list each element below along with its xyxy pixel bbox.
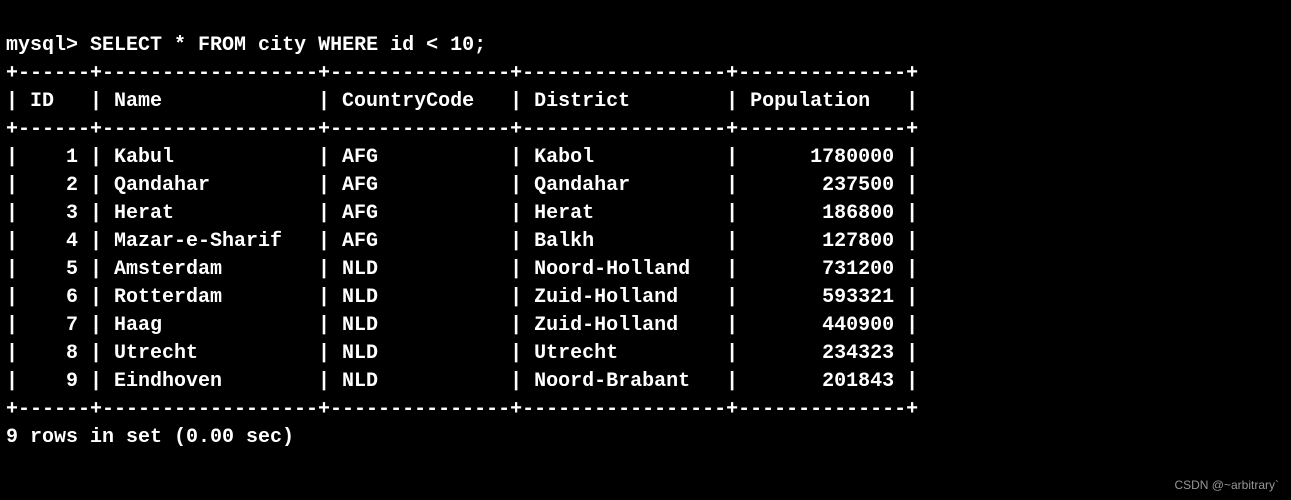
- watermark: CSDN @~arbitrary`: [1174, 477, 1279, 494]
- result-footer: 9 rows in set (0.00 sec): [6, 426, 294, 449]
- terminal-output: mysql> SELECT * FROM city WHERE id < 10;…: [0, 0, 1291, 456]
- sql-query: SELECT * FROM city WHERE id < 10;: [90, 34, 486, 57]
- table-body: | 1 | Kabul | AFG | Kabol | 1780000 | | …: [6, 146, 918, 393]
- prompt-line: mysql> SELECT * FROM city WHERE id < 10;: [6, 34, 486, 57]
- table-border-top: +------+------------------+-------------…: [6, 62, 918, 85]
- table-border-bottom: +------+------------------+-------------…: [6, 398, 918, 421]
- mysql-prompt: mysql>: [6, 34, 78, 57]
- table-border-mid: +------+------------------+-------------…: [6, 118, 918, 141]
- table-header-row: | ID | Name | CountryCode | District | P…: [6, 90, 918, 113]
